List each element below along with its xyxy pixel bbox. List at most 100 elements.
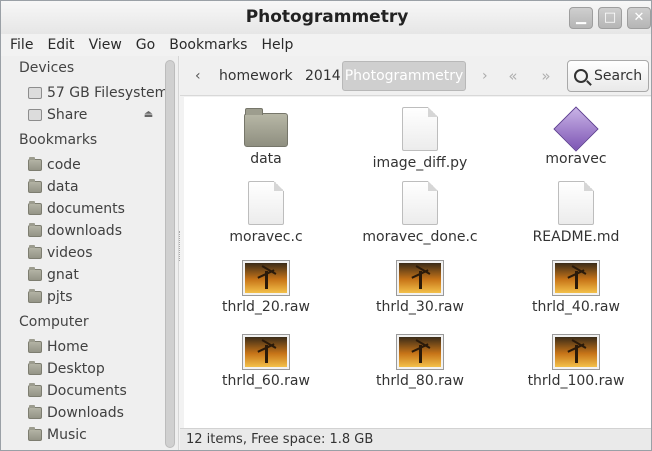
back-icon[interactable]: «: [502, 66, 524, 86]
sidebar-item-share[interactable]: Share: [28, 105, 87, 125]
search-label: Search: [594, 68, 643, 84]
file-view[interactable]: data image_diff.py moravec moravec.c mor…: [184, 97, 651, 428]
file-name: README.md: [532, 229, 620, 245]
sidebar-item-documents[interactable]: documents: [28, 199, 125, 219]
sidebar-item-label: Music: [47, 427, 87, 443]
sidebar-item-label: documents: [47, 201, 125, 217]
executable-icon: [553, 106, 599, 152]
file-item[interactable]: thrld_20.raw: [196, 255, 336, 315]
file-name: thrld_100.raw: [527, 373, 625, 389]
sidebar-item-label: videos: [47, 245, 93, 261]
sidebar-item-label: Share: [47, 107, 88, 123]
forward-icon[interactable]: »: [535, 66, 557, 86]
close-button[interactable]: ✕: [627, 7, 651, 29]
sidebar-item-desktop[interactable]: Desktop: [28, 359, 105, 379]
sidebar-item-label: Downloads: [47, 405, 124, 421]
sidebar-item-code[interactable]: code: [28, 155, 81, 175]
text-file-icon: [248, 181, 284, 225]
sidebar-item-label: Home: [47, 339, 89, 355]
file-item[interactable]: image_diff.py: [350, 107, 490, 171]
image-thumbnail-icon: [397, 261, 443, 295]
breadcrumb-photogrammetry[interactable]: Photogrammetry: [342, 61, 466, 91]
file-manager-window: Photogrammetry ▁ □ ✕ File Edit View Go B…: [0, 0, 652, 451]
file-item[interactable]: README.md: [506, 181, 646, 245]
file-item[interactable]: thrld_60.raw: [196, 329, 336, 389]
sidebar-item-filesystem[interactable]: 57 GB Filesystem: [28, 83, 168, 103]
folder-icon: [244, 108, 288, 147]
file-item[interactable]: moravec_done.c: [350, 181, 490, 245]
file-name: image_diff.py: [372, 155, 468, 171]
title-bar[interactable]: Photogrammetry ▁ □ ✕: [1, 1, 651, 34]
breadcrumb-scroll-right-icon[interactable]: ›: [482, 68, 488, 84]
minimize-button[interactable]: ▁: [569, 7, 593, 29]
sidebar-item-videos[interactable]: videos: [28, 243, 93, 263]
window-title: Photogrammetry: [245, 7, 409, 27]
menu-view[interactable]: View: [89, 37, 122, 53]
folder-icon: [28, 267, 42, 281]
image-thumbnail-icon: [397, 335, 443, 369]
sidebar-item-computer-downloads[interactable]: Downloads: [28, 403, 124, 423]
menu-edit[interactable]: Edit: [47, 37, 74, 53]
file-name: data: [250, 151, 282, 167]
sidebar-item-computer-documents[interactable]: Documents: [28, 381, 127, 401]
file-item[interactable]: thrld_40.raw: [506, 255, 646, 315]
file-name: thrld_20.raw: [222, 299, 310, 315]
menu-bookmarks[interactable]: Bookmarks: [169, 37, 247, 53]
folder-icon: [28, 201, 42, 215]
text-file-icon: [402, 181, 438, 225]
text-file-icon: [402, 107, 438, 151]
file-name: thrld_80.raw: [376, 373, 464, 389]
folder-icon: [28, 289, 42, 303]
places-sidebar: Devices 57 GB Filesystem Share ⏏ Bookmar…: [1, 56, 179, 450]
menu-help[interactable]: Help: [261, 37, 293, 53]
file-name: moravec: [545, 151, 607, 167]
file-item[interactable]: thrld_80.raw: [350, 329, 490, 389]
image-thumbnail-icon: [553, 335, 599, 369]
music-folder-icon: [28, 427, 42, 441]
image-thumbnail-icon: [553, 261, 599, 295]
menu-bar: File Edit View Go Bookmarks Help: [1, 34, 651, 56]
sidebar-item-label: downloads: [47, 223, 122, 239]
file-item[interactable]: thrld_100.raw: [506, 329, 646, 389]
file-item[interactable]: moravec.c: [196, 181, 336, 245]
image-thumbnail-icon: [243, 335, 289, 369]
sidebar-item-label: pjts: [47, 289, 73, 305]
eject-icon[interactable]: ⏏: [142, 110, 155, 121]
search-icon: [574, 69, 588, 83]
search-button[interactable]: Search: [567, 60, 649, 92]
file-name: thrld_30.raw: [376, 299, 464, 315]
computer-header: Computer: [19, 314, 89, 330]
text-file-icon: [558, 181, 594, 225]
sidebar-item-downloads[interactable]: downloads: [28, 221, 122, 241]
location-toolbar: ‹ homework 2014 Photogrammetry › « » Sea…: [180, 56, 651, 96]
file-name: thrld_40.raw: [532, 299, 620, 315]
breadcrumb-scroll-left-icon[interactable]: ‹: [195, 68, 201, 84]
sidebar-scrollbar[interactable]: [165, 60, 175, 448]
file-name: moravec.c: [229, 229, 303, 245]
sidebar-item-music[interactable]: Music: [28, 425, 87, 445]
status-bar: 12 items, Free space: 1.8 GB: [180, 428, 651, 450]
maximize-button[interactable]: □: [598, 7, 622, 29]
folder-icon: [28, 179, 42, 193]
image-thumbnail-icon: [243, 261, 289, 295]
sidebar-item-label: Desktop: [47, 361, 105, 377]
sidebar-item-data[interactable]: data: [28, 177, 79, 197]
file-item[interactable]: data: [196, 107, 336, 167]
sidebar-item-pjts[interactable]: pjts: [28, 287, 73, 307]
sidebar-item-home[interactable]: Home: [28, 337, 88, 357]
pane-divider-handle[interactable]: [179, 231, 183, 261]
file-name: thrld_60.raw: [222, 373, 310, 389]
breadcrumb-2014[interactable]: 2014: [305, 68, 341, 84]
sidebar-item-label: data: [47, 179, 79, 195]
menu-file[interactable]: File: [10, 37, 33, 53]
devices-header: Devices: [19, 60, 75, 76]
folder-icon: [28, 157, 42, 171]
sidebar-item-label: gnat: [47, 267, 79, 283]
folder-icon: [28, 245, 42, 259]
breadcrumb-homework[interactable]: homework: [219, 68, 293, 84]
sidebar-item-gnat[interactable]: gnat: [28, 265, 79, 285]
folder-icon: [28, 223, 42, 237]
file-item[interactable]: thrld_30.raw: [350, 255, 490, 315]
file-item[interactable]: moravec: [506, 106, 646, 167]
menu-go[interactable]: Go: [136, 37, 155, 53]
